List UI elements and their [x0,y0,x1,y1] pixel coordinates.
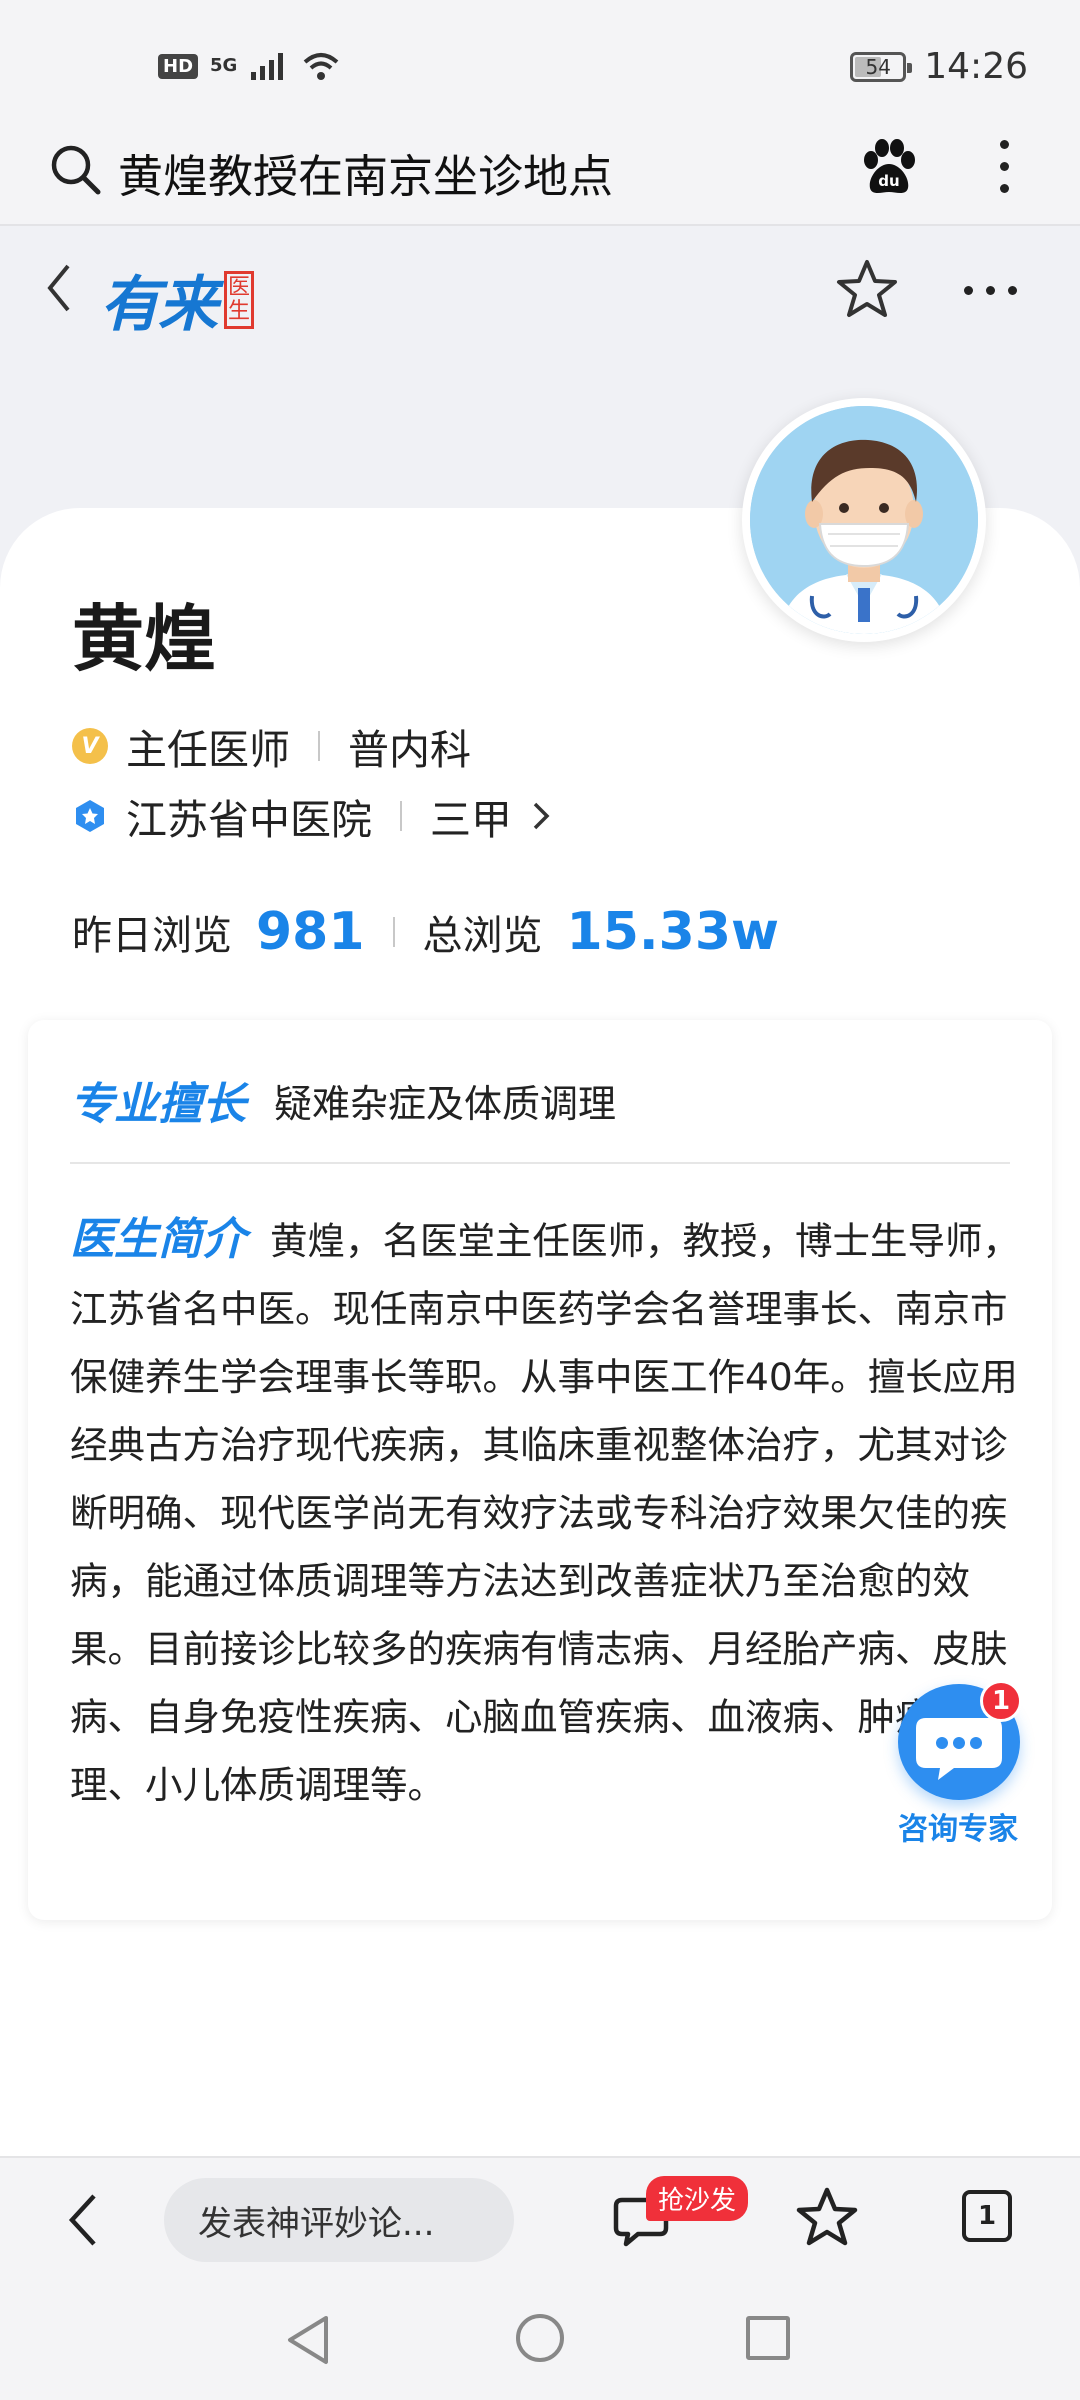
more-horizontal-icon[interactable] [964,286,1017,295]
specialty-heading: 专业擅长 [70,1079,246,1130]
separator [400,801,402,831]
yesterday-views-label: 昨日浏览 [72,913,232,959]
site-logo[interactable]: 有来 医 生 [100,256,254,343]
baidu-paw-icon[interactable]: du [860,138,918,198]
yesterday-views-value: 981 [256,902,365,962]
battery-icon: 54 [850,51,913,82]
search-query[interactable]: 黄煌教授在南京坐诊地点 [118,140,613,205]
doctor-hospital-row[interactable]: 江苏省中医院 三甲 [72,786,556,846]
comment-input[interactable]: 发表神评妙论... [164,2178,514,2262]
consult-expert-label: 咨询专家 [898,1812,1018,1847]
verified-v-icon: V [72,728,108,764]
battery-level: 54 [865,54,891,79]
logo-tag: 医 生 [224,270,254,329]
back-icon[interactable] [44,260,74,316]
status-left: HD 5G [158,50,341,82]
unread-badge: 1 [980,1680,1022,1722]
chevron-right-icon[interactable] [526,796,556,836]
network-type: 5G [210,55,238,76]
intro-text: 黄煌，名医堂主任医师，教授，博士生导师，江苏省名中医。现任南京中医药学会名誉理事… [70,1219,1020,1807]
doctor-name: 黄煌 [72,597,217,681]
system-nav-bar [0,2280,1080,2400]
favorite-star-icon[interactable] [796,2186,858,2248]
separator [392,917,395,947]
total-views-label: 总浏览 [422,913,543,959]
doctor-avatar [742,398,986,642]
nav-back-triangle-icon[interactable] [282,2312,334,2368]
specialty-value: 疑难杂症及体质调理 [274,1081,617,1126]
page-nav: 有来 医 生 [0,228,1080,348]
hospital-level[interactable]: 三甲 [430,786,512,846]
star-icon[interactable] [836,258,898,320]
specialty-row: 专业擅长 疑难杂症及体质调理 [70,1068,616,1132]
more-vertical-icon[interactable] [1000,140,1009,193]
divider [70,1162,1010,1164]
bottom-toolbar: 发表神评妙论... 抢沙发 1 [0,2156,1080,2280]
view-stats: 昨日浏览 981 总浏览 15.33w [72,902,779,962]
logo-tag-top: 医 [227,274,250,300]
consult-expert-button[interactable]: 1 咨询专家 [888,1680,1028,1850]
status-right: 54 14:26 [850,46,1028,87]
browser-search-bar[interactable]: 黄煌教授在南京坐诊地点 du [0,120,1080,226]
intro-heading: 医生简介 [70,1214,246,1265]
doctor-title-row: V 主任医师 普内科 [72,716,471,776]
nav-recents-square-icon[interactable] [746,2316,790,2360]
back-icon[interactable] [64,2188,104,2252]
tabs-button[interactable]: 1 [962,2190,1012,2242]
doctor-avatar-illustration [750,406,978,634]
svg-text:du: du [878,172,899,190]
signal-icon [251,53,284,80]
doctor-title: 主任医师 [126,726,290,774]
hospital-shield-icon [76,800,104,832]
total-views-value: 15.33w [566,902,780,962]
doctor-department: 普内科 [348,726,471,774]
logo-text: 有来 [100,270,218,340]
nav-home-circle-icon[interactable] [516,2314,564,2362]
clock: 14:26 [924,46,1028,87]
grab-sofa-badge[interactable]: 抢沙发 [646,2176,749,2221]
separator [318,731,320,761]
wifi-icon [304,53,339,80]
hd-icon: HD [158,53,199,79]
status-bar: HD 5G 54 14:26 [0,0,1080,130]
logo-tag-bottom: 生 [227,298,250,324]
hospital-name[interactable]: 江苏省中医院 [126,786,372,846]
search-icon [51,145,101,195]
